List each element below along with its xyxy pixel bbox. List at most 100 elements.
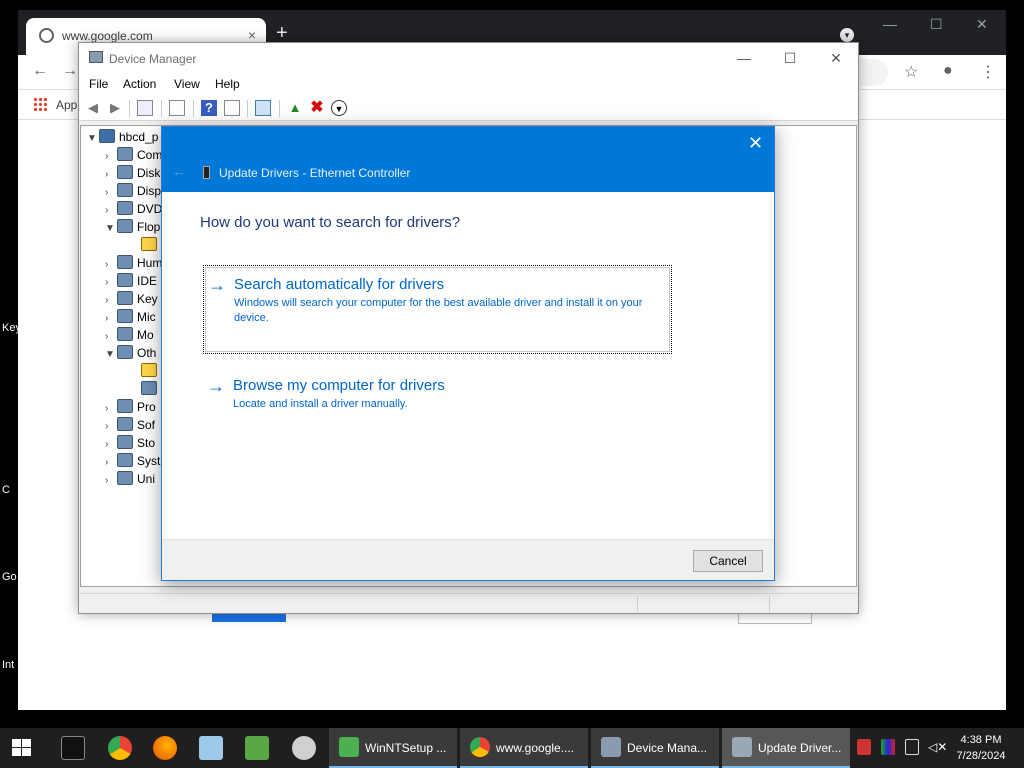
chevron-right-icon[interactable]: › bbox=[105, 151, 117, 162]
view-resources-icon[interactable] bbox=[224, 100, 240, 116]
star-icon[interactable]: ☆ bbox=[904, 62, 918, 82]
status-separator bbox=[637, 596, 638, 612]
terminal-icon[interactable] bbox=[61, 736, 85, 760]
search-automatically-option[interactable]: → Search automatically for drivers Windo… bbox=[203, 265, 672, 354]
chevron-down-icon[interactable]: ▼ bbox=[87, 133, 99, 144]
minimize-button[interactable]: — bbox=[721, 46, 767, 70]
uninstall-device-icon[interactable]: ✖ bbox=[309, 100, 325, 116]
taskbar-clock[interactable]: 4:38 PM 7/28/2024 bbox=[950, 732, 1012, 764]
task-winntsetup[interactable]: WinNTSetup ... bbox=[329, 728, 457, 768]
kebab-menu-icon[interactable]: ⋮ bbox=[980, 62, 996, 82]
disable-device-icon[interactable]: ▼ bbox=[331, 100, 347, 116]
notepad-icon[interactable] bbox=[199, 736, 223, 760]
desktop-label-2[interactable]: C bbox=[2, 484, 10, 496]
tree-item[interactable]: › Sto bbox=[105, 435, 155, 453]
task-device-manager[interactable]: Device Mana... bbox=[591, 728, 719, 768]
device-category-icon bbox=[117, 471, 133, 485]
device-category-icon bbox=[117, 435, 133, 449]
chevron-right-icon[interactable]: › bbox=[105, 439, 117, 450]
tree-item[interactable]: › Uni bbox=[105, 471, 155, 489]
menu-view[interactable]: View bbox=[174, 77, 200, 91]
tree-item[interactable]: › DVD bbox=[105, 201, 162, 219]
update-driver-icon[interactable]: ▲ bbox=[287, 100, 303, 116]
new-tab-button[interactable]: + bbox=[276, 23, 288, 43]
tree-item[interactable]: › IDE bbox=[105, 273, 157, 291]
menu-help[interactable]: Help bbox=[215, 77, 240, 91]
maximize-button[interactable]: ☐ bbox=[930, 16, 943, 33]
chevron-right-icon[interactable]: › bbox=[105, 187, 117, 198]
dialog-header: ✕ ← Update Drivers - Ethernet Controller bbox=[162, 127, 774, 192]
tree-item-label: Oth bbox=[137, 346, 157, 360]
chevron-down-icon[interactable]: ▼ bbox=[105, 349, 117, 360]
tray-color-icon[interactable] bbox=[881, 739, 895, 755]
tab-close-icon[interactable]: × bbox=[248, 27, 256, 43]
chevron-right-icon[interactable]: › bbox=[105, 169, 117, 180]
chevron-right-icon[interactable]: › bbox=[105, 259, 117, 270]
dialog-close-button[interactable]: ✕ bbox=[748, 132, 763, 154]
tree-item[interactable]: › Key bbox=[105, 291, 158, 309]
apps-grid-icon[interactable] bbox=[33, 97, 47, 111]
tree-item[interactable]: › Hum bbox=[105, 255, 162, 273]
browse-computer-option[interactable]: → Browse my computer for drivers Locate … bbox=[203, 367, 672, 417]
arrow-right-icon: → bbox=[207, 376, 225, 396]
chevron-right-icon[interactable]: › bbox=[105, 475, 117, 486]
back-icon[interactable]: ← bbox=[32, 62, 48, 80]
forward-arrow-icon[interactable]: ▶ bbox=[107, 100, 123, 116]
desktop-label-3[interactable]: Go bbox=[2, 571, 17, 583]
chevron-right-icon[interactable]: › bbox=[105, 277, 117, 288]
cancel-button[interactable]: Cancel bbox=[693, 550, 763, 572]
tree-item[interactable]: › Mic bbox=[105, 309, 156, 327]
tree-item[interactable]: › Syst bbox=[105, 453, 160, 471]
tree-item[interactable] bbox=[141, 237, 161, 255]
properties-icon[interactable] bbox=[169, 100, 185, 116]
firefox-icon[interactable] bbox=[153, 736, 177, 760]
forward-icon[interactable]: → bbox=[62, 62, 78, 80]
option-description: Locate and install a driver manually. bbox=[233, 398, 408, 410]
toolbar-separator bbox=[247, 100, 248, 117]
chevron-right-icon[interactable]: › bbox=[105, 205, 117, 216]
chevron-right-icon[interactable]: › bbox=[105, 295, 117, 306]
task-update-drivers[interactable]: Update Driver... bbox=[722, 728, 850, 768]
task-chrome[interactable]: www.google.... bbox=[460, 728, 588, 768]
close-button[interactable]: ✕ bbox=[976, 16, 988, 33]
tree-item-label: Key bbox=[137, 292, 158, 306]
tree-root[interactable]: ▼ hbcd_p bbox=[87, 129, 158, 147]
menu-file[interactable]: File bbox=[89, 77, 108, 91]
dialog-back-button[interactable]: ← bbox=[172, 163, 186, 179]
desktop-label-4[interactable]: Int bbox=[2, 659, 14, 671]
chevron-right-icon[interactable]: › bbox=[105, 457, 117, 468]
tree-item[interactable]: › Sof bbox=[105, 417, 155, 435]
help-icon[interactable]: ? bbox=[201, 100, 217, 116]
chevron-right-icon[interactable]: › bbox=[105, 403, 117, 414]
tray-usb-icon[interactable] bbox=[905, 739, 919, 755]
chevron-right-icon[interactable]: › bbox=[105, 331, 117, 342]
chrome-icon[interactable] bbox=[108, 736, 132, 760]
taskbar: WinNTSetup ... www.google.... Device Man… bbox=[0, 728, 1024, 768]
profile-icon[interactable]: ● bbox=[943, 62, 953, 80]
disk-tool-icon[interactable] bbox=[292, 736, 316, 760]
maximize-button[interactable]: ☐ bbox=[767, 46, 813, 70]
tree-item[interactable]: › Com bbox=[105, 147, 162, 165]
tray-network-tool-icon[interactable] bbox=[857, 739, 871, 755]
chevron-right-icon[interactable]: › bbox=[105, 313, 117, 324]
tree-item[interactable]: ▼ Oth bbox=[105, 345, 156, 363]
spreadsheet-icon[interactable] bbox=[245, 736, 269, 760]
tree-item[interactable]: › Mo bbox=[105, 327, 154, 345]
menu-action[interactable]: Action bbox=[123, 77, 156, 91]
chevron-down-icon[interactable]: ▼ bbox=[105, 223, 117, 234]
back-arrow-icon[interactable]: ◀ bbox=[85, 100, 101, 116]
tree-item[interactable] bbox=[141, 381, 161, 399]
tree-item[interactable]: › Disk bbox=[105, 165, 160, 183]
tab-search-icon[interactable]: ▾ bbox=[840, 28, 854, 42]
tree-item[interactable] bbox=[141, 363, 161, 381]
tree-item[interactable]: ▼ Flop bbox=[105, 219, 160, 237]
show-hide-console-tree-icon[interactable] bbox=[137, 100, 153, 116]
tray-volume-muted-icon[interactable]: ◁✕ bbox=[928, 739, 947, 755]
scan-hardware-icon[interactable] bbox=[255, 100, 271, 116]
chevron-right-icon[interactable]: › bbox=[105, 421, 117, 432]
close-button[interactable]: ✕ bbox=[813, 46, 859, 70]
tree-item[interactable]: › Pro bbox=[105, 399, 156, 417]
minimize-button[interactable]: — bbox=[883, 16, 897, 32]
tree-item[interactable]: › Disp bbox=[105, 183, 161, 201]
start-button[interactable] bbox=[12, 739, 32, 757]
